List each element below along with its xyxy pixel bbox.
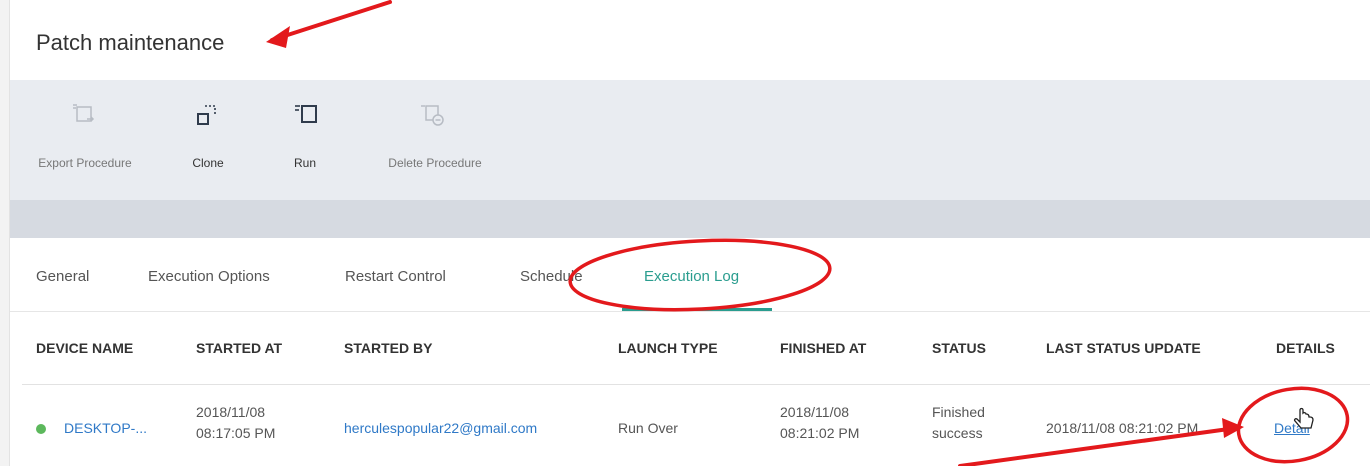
status-cell: Finished success	[932, 402, 985, 444]
tab-execution-log[interactable]: Execution Log	[644, 268, 739, 285]
tab-general[interactable]: General	[36, 268, 89, 285]
active-tab-indicator	[622, 308, 772, 311]
column-header-finished-at[interactable]: FINISHED AT	[780, 340, 866, 356]
delete-procedure-icon	[421, 105, 444, 126]
tab-schedule[interactable]: Schedule	[520, 268, 583, 285]
column-header-status[interactable]: STATUS	[932, 340, 986, 356]
column-header-details: DETAILS	[1276, 340, 1335, 356]
column-header-started-by[interactable]: STARTED BY	[344, 340, 432, 356]
launch-type-cell: Run Over	[618, 420, 678, 436]
column-header-launch-type[interactable]: LAUNCH TYPE	[618, 340, 718, 356]
device-status-dot	[36, 424, 46, 434]
started-at-cell: 2018/11/08 08:17:05 PM	[196, 402, 275, 444]
started-by-link[interactable]: herculespopular22@gmail.com	[344, 418, 537, 439]
procedure-details-page: Patch maintenance Export Procedure Clone	[0, 0, 1370, 466]
detail-link[interactable]: Detail	[1274, 418, 1310, 439]
status-line-1: Finished	[932, 404, 985, 420]
header-divider	[22, 384, 1370, 385]
column-header-device-name[interactable]: DEVICE NAME	[36, 340, 133, 356]
delete-procedure-label: Delete Procedure	[388, 156, 482, 170]
tab-restart-control[interactable]: Restart Control	[345, 268, 446, 285]
tab-execution-options[interactable]: Execution Options	[148, 268, 270, 285]
device-name-link[interactable]: DESKTOP-...	[64, 418, 147, 439]
export-procedure-label: Export Procedure	[38, 156, 132, 170]
run-label: Run	[293, 156, 316, 170]
title-bar: Patch maintenance	[10, 0, 1370, 80]
section-divider	[10, 200, 1370, 238]
delete-procedure-button[interactable]: Delete Procedure	[370, 98, 500, 188]
finished-at-date: 2018/11/08	[780, 404, 850, 420]
export-procedure-icon	[73, 104, 95, 122]
column-header-started-at[interactable]: STARTED AT	[196, 340, 282, 356]
page-title: Patch maintenance	[36, 30, 225, 55]
run-button[interactable]: Run	[280, 98, 330, 188]
procedure-tabs: General Execution Options Restart Contro…	[10, 238, 1370, 312]
clone-icon	[197, 105, 216, 125]
export-procedure-button[interactable]: Export Procedure	[20, 98, 150, 188]
status-line-2: success	[932, 425, 983, 441]
left-border	[0, 0, 10, 466]
column-header-last-status-update[interactable]: LAST STATUS UPDATE	[1046, 340, 1201, 356]
procedure-toolbar: Export Procedure Clone Run Delete Proced…	[10, 80, 1370, 200]
last-status-update-cell: 2018/11/08 08:21:02 PM	[1046, 420, 1199, 436]
clone-label: Clone	[192, 156, 224, 170]
started-at-time: 08:17:05 PM	[196, 425, 276, 441]
started-at-date: 2018/11/08	[196, 404, 266, 420]
finished-at-time: 08:21:02 PM	[780, 425, 860, 441]
finished-at-cell: 2018/11/08 08:21:02 PM	[780, 402, 859, 444]
run-icon	[295, 105, 317, 123]
execution-log-table: DEVICE NAME STARTED AT STARTED BY LAUNCH…	[10, 312, 1370, 466]
clone-button[interactable]: Clone	[178, 98, 238, 188]
